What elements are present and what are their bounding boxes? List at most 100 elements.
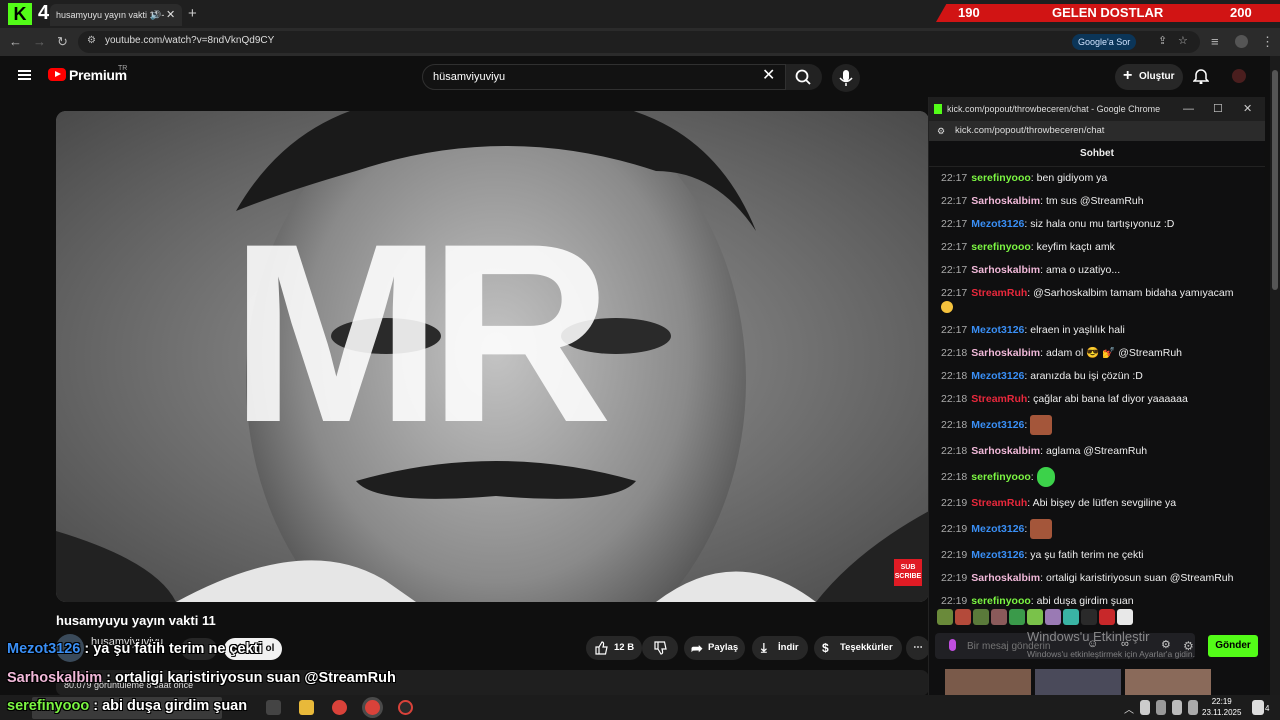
emote-icon[interactable] [973,609,989,625]
chat-window-urlbar[interactable]: ⚙ kick.com/popout/throwbeceren/chat [929,121,1265,141]
emote-icon[interactable] [991,609,1007,625]
tab-count: 4 [38,2,50,24]
more-icon: ⋯ [913,642,923,653]
clock-date: 23.11.2025 [1202,708,1242,717]
emote-icon[interactable] [1027,609,1043,625]
account-avatar[interactable] [1232,69,1246,83]
network-icon[interactable] [1172,700,1182,715]
send-button[interactable]: Gönder [1208,635,1258,657]
overlay-chat-line: Mezot3126 : ya şu fatih terim ne çekti [7,641,263,657]
emote-icon[interactable] [1081,609,1097,625]
chat-message: 22:17 Mezot3126: elraen in yaşlılık hali [941,324,1125,336]
kick-favicon-icon [934,104,942,114]
emote-icon[interactable] [1009,609,1025,625]
tray-app-icon[interactable] [1156,700,1166,715]
chat-message: 22:19 Mezot3126: [941,515,1259,544]
notification-bell-icon[interactable] [1193,67,1209,84]
hamburger-menu-icon[interactable] [18,70,31,80]
obs-icon[interactable] [398,700,413,715]
taskbar-clock[interactable]: 22:19 23.11.2025 [1202,696,1241,718]
chat-message: 22:19 Sarhoskalbim: ortaligi karistiriyos… [941,572,1234,584]
site-info-icon[interactable]: ⚙ [937,121,945,141]
clear-search-icon[interactable]: ✕ [762,65,775,85]
reload-icon[interactable]: ↻ [57,34,68,50]
tab-search-icon[interactable]: ≡ [1211,34,1219,49]
google-sor-button[interactable]: Google'a Sor [1072,34,1137,50]
counter-banner: 190 GELEN DOSTLAR 200 [936,4,1280,22]
chat-message: 22:18 serefinyooo: [941,463,1259,492]
file-explorer-icon[interactable] [299,700,314,715]
profile-avatar[interactable] [1235,35,1248,48]
chrome-active-icon[interactable] [365,700,380,715]
download-label: İndir [778,642,799,653]
install-icon[interactable]: ⇪ [1158,34,1167,47]
address-bar[interactable]: ⚙ youtube.com/watch?v=8ndVknQd9CY Google… [78,31,1200,53]
voice-search-button[interactable] [832,64,860,92]
maximize-icon[interactable]: ☐ [1213,97,1223,121]
active-tab[interactable]: husamyuyu yayın vakti 11 - 🔊 ✕ [50,4,182,26]
chat-message: 22:18 Sarhoskalbim: adam ol 😎 💅 @StreamRu… [941,347,1183,359]
close-window-icon[interactable]: ✕ [1243,97,1252,121]
minimize-icon[interactable]: — [1183,97,1194,121]
video-title: husamyuyu yayın vakti 11 [56,613,216,628]
thumbnail[interactable] [945,669,1031,695]
kick-logo-icon[interactable]: K [8,3,32,25]
share-button[interactable]: ➦ Paylaş [684,636,745,660]
task-view-icon[interactable] [266,700,281,715]
thumbnail[interactable] [1035,669,1121,695]
dislike-button[interactable] [642,636,678,660]
emote-icon[interactable] [1117,609,1133,625]
emote-icon[interactable] [1063,609,1079,625]
close-tab-icon[interactable]: ✕ [166,4,175,26]
forward-icon[interactable]: → [33,34,46,49]
bookmark-star-icon[interactable]: ☆ [1178,34,1188,47]
chat-message: 22:17 serefinyooo: ben gidiyom ya [941,172,1108,184]
volume-icon[interactable] [1188,700,1198,715]
tray-chevron-icon[interactable]: ︿ [1124,701,1134,716]
share-label: Paylaş [708,642,739,653]
menu-icon[interactable]: ⋮ [1261,34,1274,50]
microphone-icon[interactable] [949,639,956,651]
video-player[interactable]: MR SUB SCRIBE [56,111,929,602]
chat-message: 22:18 Mezot3126: aranızda bu işi çözün :D [941,370,1143,382]
scrollbar-thumb[interactable] [1272,70,1278,290]
like-button[interactable]: 12 B [586,636,642,660]
emote-icon[interactable] [955,609,971,625]
chat-header: Sohbet [929,141,1265,167]
search-button[interactable] [786,64,822,90]
thanks-label: Teşekkürler [840,642,893,653]
search-input[interactable] [433,69,753,85]
site-info-icon[interactable]: ⚙ [87,35,96,46]
chrome-icon[interactable] [332,700,347,715]
create-button[interactable]: Oluştur [1115,63,1183,90]
emote-icon[interactable] [937,609,953,625]
page-scrollbar[interactable] [1270,56,1280,695]
like-count: 12 B [614,642,635,653]
banner-label: GELEN DOSTLAR [1052,5,1164,20]
emote-icon[interactable] [1045,609,1061,625]
activate-windows-subtext: Windows'u etkinleştirmek için Ayarlar'a … [1027,649,1195,659]
chat-url-text: kick.com/popout/throwbeceren/chat [955,125,1105,136]
notification-center-icon[interactable] [1252,700,1264,715]
chat-popup-window: kick.com/popout/throwbeceren/chat - Goog… [928,97,1265,695]
youtube-logo-icon[interactable] [48,68,66,81]
youtube-header: Premium TR ✕ Oluştur [0,56,1270,96]
tray-mic-icon[interactable] [1140,700,1150,715]
search-box[interactable] [422,64,786,90]
back-icon[interactable]: ← [9,34,22,49]
notification-count: 4 [1265,704,1270,713]
chat-message: 22:18 Mezot3126: [941,411,1259,440]
search-icon [795,69,811,85]
overlay-chat-line: serefinyooo : abi duşa girdim şuan [7,698,248,714]
share-icon: ➦ [691,640,703,656]
overlay-chat-line: Sarhoskalbim : ortaligi karistiriyosun s… [7,670,396,686]
speaker-icon[interactable]: 🔊 [150,4,161,26]
emote-icon[interactable] [1099,609,1115,625]
download-button[interactable]: ⤓ İndir [752,636,808,660]
more-actions-button[interactable]: ⋯ [906,636,930,660]
thanks-button[interactable]: $ Teşekkürler [814,636,902,660]
thumbnail[interactable] [1125,669,1211,695]
subscribe-watermark[interactable]: SUB SCRIBE [894,559,922,586]
chat-window-title: kick.com/popout/throwbeceren/chat - Goog… [947,104,1161,114]
new-tab-button[interactable]: + [188,5,197,22]
